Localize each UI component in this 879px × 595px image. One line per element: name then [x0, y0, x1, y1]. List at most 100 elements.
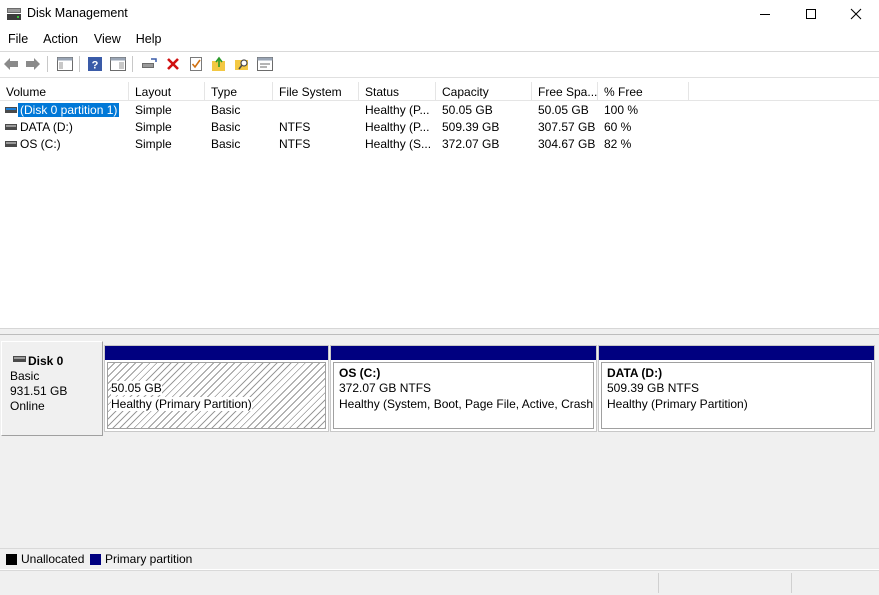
- toolbar-divider: [0, 77, 879, 78]
- capacity-cell: 372.07 GB: [442, 137, 500, 151]
- legend-label-unallocated: Unallocated: [21, 552, 85, 566]
- status-divider: [791, 573, 792, 593]
- delete-button[interactable]: [164, 55, 182, 73]
- capacity-cell: 509.39 GB: [442, 120, 500, 134]
- forward-button[interactable]: [24, 55, 42, 73]
- volume-icon: [5, 124, 17, 130]
- legend-swatch-primary: [90, 554, 101, 565]
- close-icon: [850, 8, 862, 20]
- status-cell: Healthy (P...: [365, 120, 430, 134]
- forward-arrow-icon: [26, 58, 40, 70]
- volume-icon: [5, 141, 17, 147]
- column-header-file-system[interactable]: File System: [273, 82, 359, 101]
- percent-free-cell: 82 %: [604, 137, 632, 151]
- minimize-button[interactable]: [742, 0, 788, 28]
- partition-size: 372.07 GB NTFS: [339, 381, 432, 395]
- open-folder-icon: [212, 56, 225, 71]
- status-cell: Healthy (P...: [365, 103, 430, 117]
- toolbar-separator: [79, 56, 80, 72]
- status-bar: [0, 570, 879, 595]
- file-system-cell: NTFS: [279, 137, 311, 151]
- disk-size: 931.51 GB: [10, 384, 68, 398]
- type-cell: Basic: [211, 137, 241, 151]
- pane-splitter[interactable]: [0, 328, 879, 335]
- menu-help[interactable]: Help: [136, 29, 162, 50]
- status-divider: [658, 573, 659, 593]
- column-headers: Volume Layout Type File System Status Ca…: [0, 82, 879, 101]
- percent-free-cell: 100 %: [604, 103, 639, 117]
- column-header-volume[interactable]: Volume: [0, 82, 129, 101]
- column-header-percent-free[interactable]: % Free: [598, 82, 689, 101]
- disk-management-icon: [7, 8, 21, 20]
- disk-state: Online: [10, 399, 45, 413]
- legend-swatch-unallocated: [6, 554, 17, 565]
- window-title: Disk Management: [27, 6, 128, 20]
- toolbar: ?: [0, 52, 879, 76]
- maximize-icon: [806, 9, 816, 19]
- partition-bar: [105, 346, 328, 360]
- volume-row[interactable]: DATA (D:) Simple Basic NTFS Healthy (P..…: [0, 119, 879, 136]
- layout-cell: Simple: [135, 120, 172, 134]
- partition-status: Healthy (Primary Partition): [607, 397, 748, 411]
- open-folder-button[interactable]: [210, 55, 228, 73]
- partition-data[interactable]: DATA (D:) 509.39 GB NTFS Healthy (Primar…: [598, 345, 875, 432]
- volume-name: OS (C:): [20, 137, 61, 151]
- column-header-status[interactable]: Status: [359, 82, 436, 101]
- help-icon: ?: [88, 57, 102, 72]
- partition-title: OS (C:): [339, 366, 381, 380]
- file-system-cell: NTFS: [279, 120, 311, 134]
- free-space-cell: 50.05 GB: [538, 103, 589, 117]
- back-button[interactable]: [2, 55, 20, 73]
- check-icon: [190, 57, 202, 71]
- column-header-type[interactable]: Type: [205, 82, 273, 101]
- menu-action[interactable]: Action: [43, 29, 78, 50]
- minimize-icon: [760, 14, 770, 15]
- percent-free-cell: 60 %: [604, 120, 632, 134]
- volume-row[interactable]: (Disk 0 partition 1) Simple Basic Health…: [0, 102, 879, 119]
- legend-label-primary: Primary partition: [105, 552, 193, 566]
- layout-cell: Simple: [135, 137, 172, 151]
- partition-unallocated[interactable]: 50.05 GB Healthy (Primary Partition): [104, 345, 329, 432]
- disk-type: Basic: [10, 369, 40, 383]
- disk-name: Disk 0: [28, 354, 64, 368]
- close-button[interactable]: [833, 0, 879, 28]
- maximize-button[interactable]: [788, 0, 834, 28]
- connect-drive-button[interactable]: [140, 55, 158, 73]
- back-arrow-icon: [4, 58, 18, 70]
- toolbar-separator: [47, 56, 48, 72]
- column-header-free-space[interactable]: Free Spa...: [532, 82, 598, 101]
- partition-bar: [331, 346, 596, 360]
- menu-file[interactable]: File: [8, 29, 28, 50]
- show-hide-console-tree-button[interactable]: [56, 55, 74, 73]
- properties-icon: [110, 57, 126, 71]
- partition-title: DATA (D:): [607, 366, 663, 380]
- layout-cell: Simple: [135, 103, 172, 117]
- capacity-cell: 50.05 GB: [442, 103, 493, 117]
- disk-label-panel[interactable]: Disk 0 Basic 931.51 GB Online: [1, 341, 103, 436]
- partition-bar: [599, 346, 874, 360]
- delete-icon: [167, 58, 179, 70]
- explore-icon: [235, 59, 248, 70]
- partition-size: 509.39 GB NTFS: [607, 381, 700, 395]
- volume-list: Volume Layout Type File System Status Ca…: [0, 82, 879, 328]
- disk-icon: [13, 356, 26, 362]
- console-button[interactable]: [256, 55, 274, 73]
- title-bar: Disk Management: [0, 0, 879, 28]
- column-header-layout[interactable]: Layout: [129, 82, 205, 101]
- properties-button[interactable]: [109, 55, 127, 73]
- volume-name: (Disk 0 partition 1): [18, 103, 120, 117]
- console-icon: [257, 57, 273, 71]
- explore-button[interactable]: [233, 55, 251, 73]
- free-space-cell: 304.67 GB: [538, 137, 596, 151]
- volume-row[interactable]: OS (C:) Simple Basic NTFS Healthy (S... …: [0, 136, 879, 153]
- check-button[interactable]: [187, 55, 205, 73]
- column-header-capacity[interactable]: Capacity: [436, 82, 532, 101]
- menu-view[interactable]: View: [94, 29, 121, 50]
- help-button[interactable]: ?: [86, 55, 104, 73]
- partition-status: Healthy (System, Boot, Page File, Active…: [339, 397, 594, 411]
- disk-graphical-view: Disk 0 Basic 931.51 GB Online 50.05 GB H…: [0, 335, 879, 548]
- legend: Unallocated Primary partition: [0, 548, 879, 569]
- svg-text:?: ?: [92, 60, 99, 72]
- partition-os[interactable]: OS (C:) 372.07 GB NTFS Healthy (System, …: [330, 345, 597, 432]
- volume-name: DATA (D:): [20, 120, 73, 134]
